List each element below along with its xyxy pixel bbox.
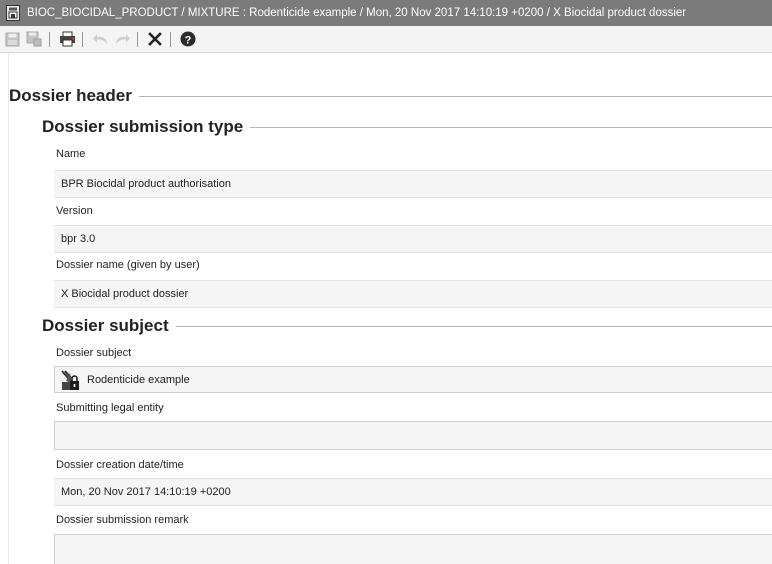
left-border [8,53,9,564]
legal-entity-field[interactable] [54,421,772,450]
dossier-name-label: Dossier name (given by user) [56,259,200,271]
toolbar-separator [137,31,138,47]
subsection-submission-type: Dossier submission type [42,117,772,137]
subsection-title: Dossier subject [42,316,169,335]
legal-entity-label: Submitting legal entity [56,402,164,414]
section-dossier-header: Dossier header [9,86,772,106]
toolbar-separator [82,31,83,47]
dossier-name-field[interactable]: X Biocidal product dossier [54,280,772,308]
subsection-dossier-subject: Dossier subject [42,316,772,336]
submission-remark-field[interactable] [54,534,772,564]
toolbar-separator [49,31,50,47]
help-icon[interactable]: ? [178,29,198,49]
subsection-divider [175,326,772,327]
toolbar-separator [170,31,171,47]
creation-datetime-label: Dossier creation date/time [56,459,184,471]
dossier-subject-value: Rodenticide example [87,373,190,386]
version-label: Version [56,205,93,217]
dossier-subject-label: Dossier subject [56,347,132,359]
name-field[interactable]: BPR Biocidal product authorisation [54,170,772,198]
version-field[interactable]: bpr 3.0 [54,225,772,253]
window-title: BIOC_BIOCIDAL_PRODUCT / MIXTURE : Rodent… [27,7,687,19]
submission-remark-label: Dossier submission remark [56,514,189,526]
svg-text:?: ? [185,34,192,46]
subsection-title: Dossier submission type [42,117,244,136]
dossier-form: Dossier header Dossier submission type N… [0,53,772,564]
substance-lock-icon [61,369,79,390]
section-title: Dossier header [9,86,132,105]
print-icon[interactable] [57,29,77,49]
close-icon[interactable] [145,29,165,49]
undo-icon[interactable] [90,29,110,49]
save-as-icon[interactable] [24,29,44,49]
save-icon[interactable] [2,29,22,49]
section-divider [138,96,772,97]
document-icon [6,5,20,21]
redo-icon[interactable] [112,29,132,49]
name-label: Name [56,148,86,160]
dossier-subject-field[interactable]: Rodenticide example [54,366,772,393]
creation-datetime-field[interactable]: Mon, 20 Nov 2017 14:10:19 +0200 [54,478,772,506]
subsection-divider [250,127,772,128]
toolbar: ? [0,26,772,53]
window-titlebar: BIOC_BIOCIDAL_PRODUCT / MIXTURE : Rodent… [0,0,772,26]
